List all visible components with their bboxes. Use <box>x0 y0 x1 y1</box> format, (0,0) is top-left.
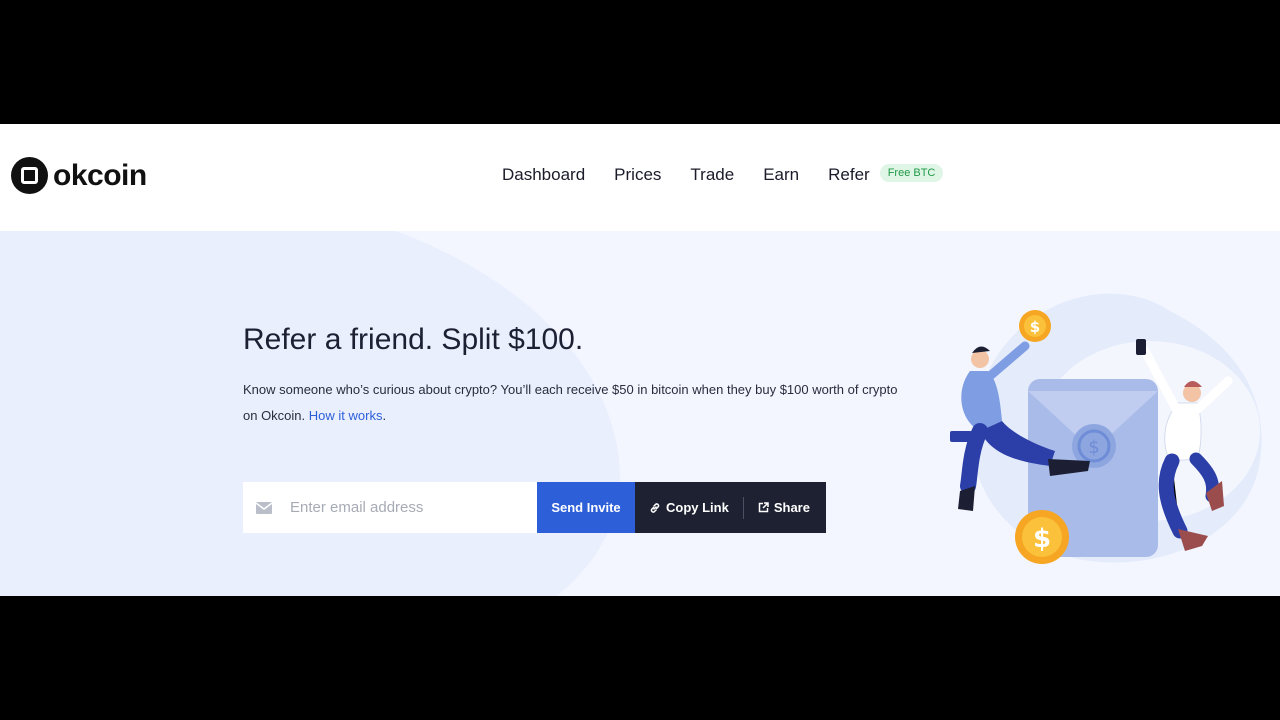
refer-illustration: $ $ $ <box>950 293 1262 564</box>
nav-refer[interactable]: Refer <box>828 165 870 185</box>
share-button[interactable]: Share <box>744 482 824 533</box>
link-icon <box>650 502 660 513</box>
free-btc-badge: Free BTC <box>879 164 944 182</box>
mail-icon <box>256 501 272 514</box>
copy-link-button[interactable]: Copy Link <box>635 482 743 533</box>
nav-dashboard[interactable]: Dashboard <box>502 165 585 185</box>
svg-text:$: $ <box>1033 524 1051 554</box>
svg-text:$: $ <box>1030 318 1040 336</box>
nav-prices[interactable]: Prices <box>614 165 661 185</box>
okcoin-logo[interactable]: okcoin <box>11 157 147 194</box>
share-actions: Copy Link Share <box>635 482 826 533</box>
share-label: Share <box>773 500 810 515</box>
refer-hero: Refer a friend. Split $100. Know someone… <box>0 231 1280 596</box>
main-nav: Dashboard Prices Trade Earn Refer Free B… <box>502 164 944 185</box>
site-header: okcoin Dashboard Prices Trade Earn Refer… <box>0 124 1280 231</box>
nav-trade[interactable]: Trade <box>690 165 734 185</box>
description-period: . <box>382 408 387 423</box>
invite-form: Send Invite Copy Link Share <box>243 482 826 533</box>
how-it-works-link[interactable]: How it works <box>309 408 383 423</box>
hero-description: Know someone who’s curious about crypto?… <box>243 377 903 429</box>
page-title: Refer a friend. Split $100. <box>243 323 584 356</box>
okcoin-logo-icon <box>11 157 48 194</box>
email-input[interactable] <box>288 498 522 517</box>
nav-earn[interactable]: Earn <box>763 165 799 185</box>
letterbox-top <box>0 0 1280 124</box>
share-icon <box>758 502 769 513</box>
send-invite-button[interactable]: Send Invite <box>537 482 635 533</box>
copy-link-label: Copy Link <box>666 500 729 515</box>
letterbox-bottom <box>0 596 1280 720</box>
svg-text:$: $ <box>1088 437 1099 458</box>
logo-text: okcoin <box>53 158 147 192</box>
email-field-wrapper <box>243 482 537 533</box>
